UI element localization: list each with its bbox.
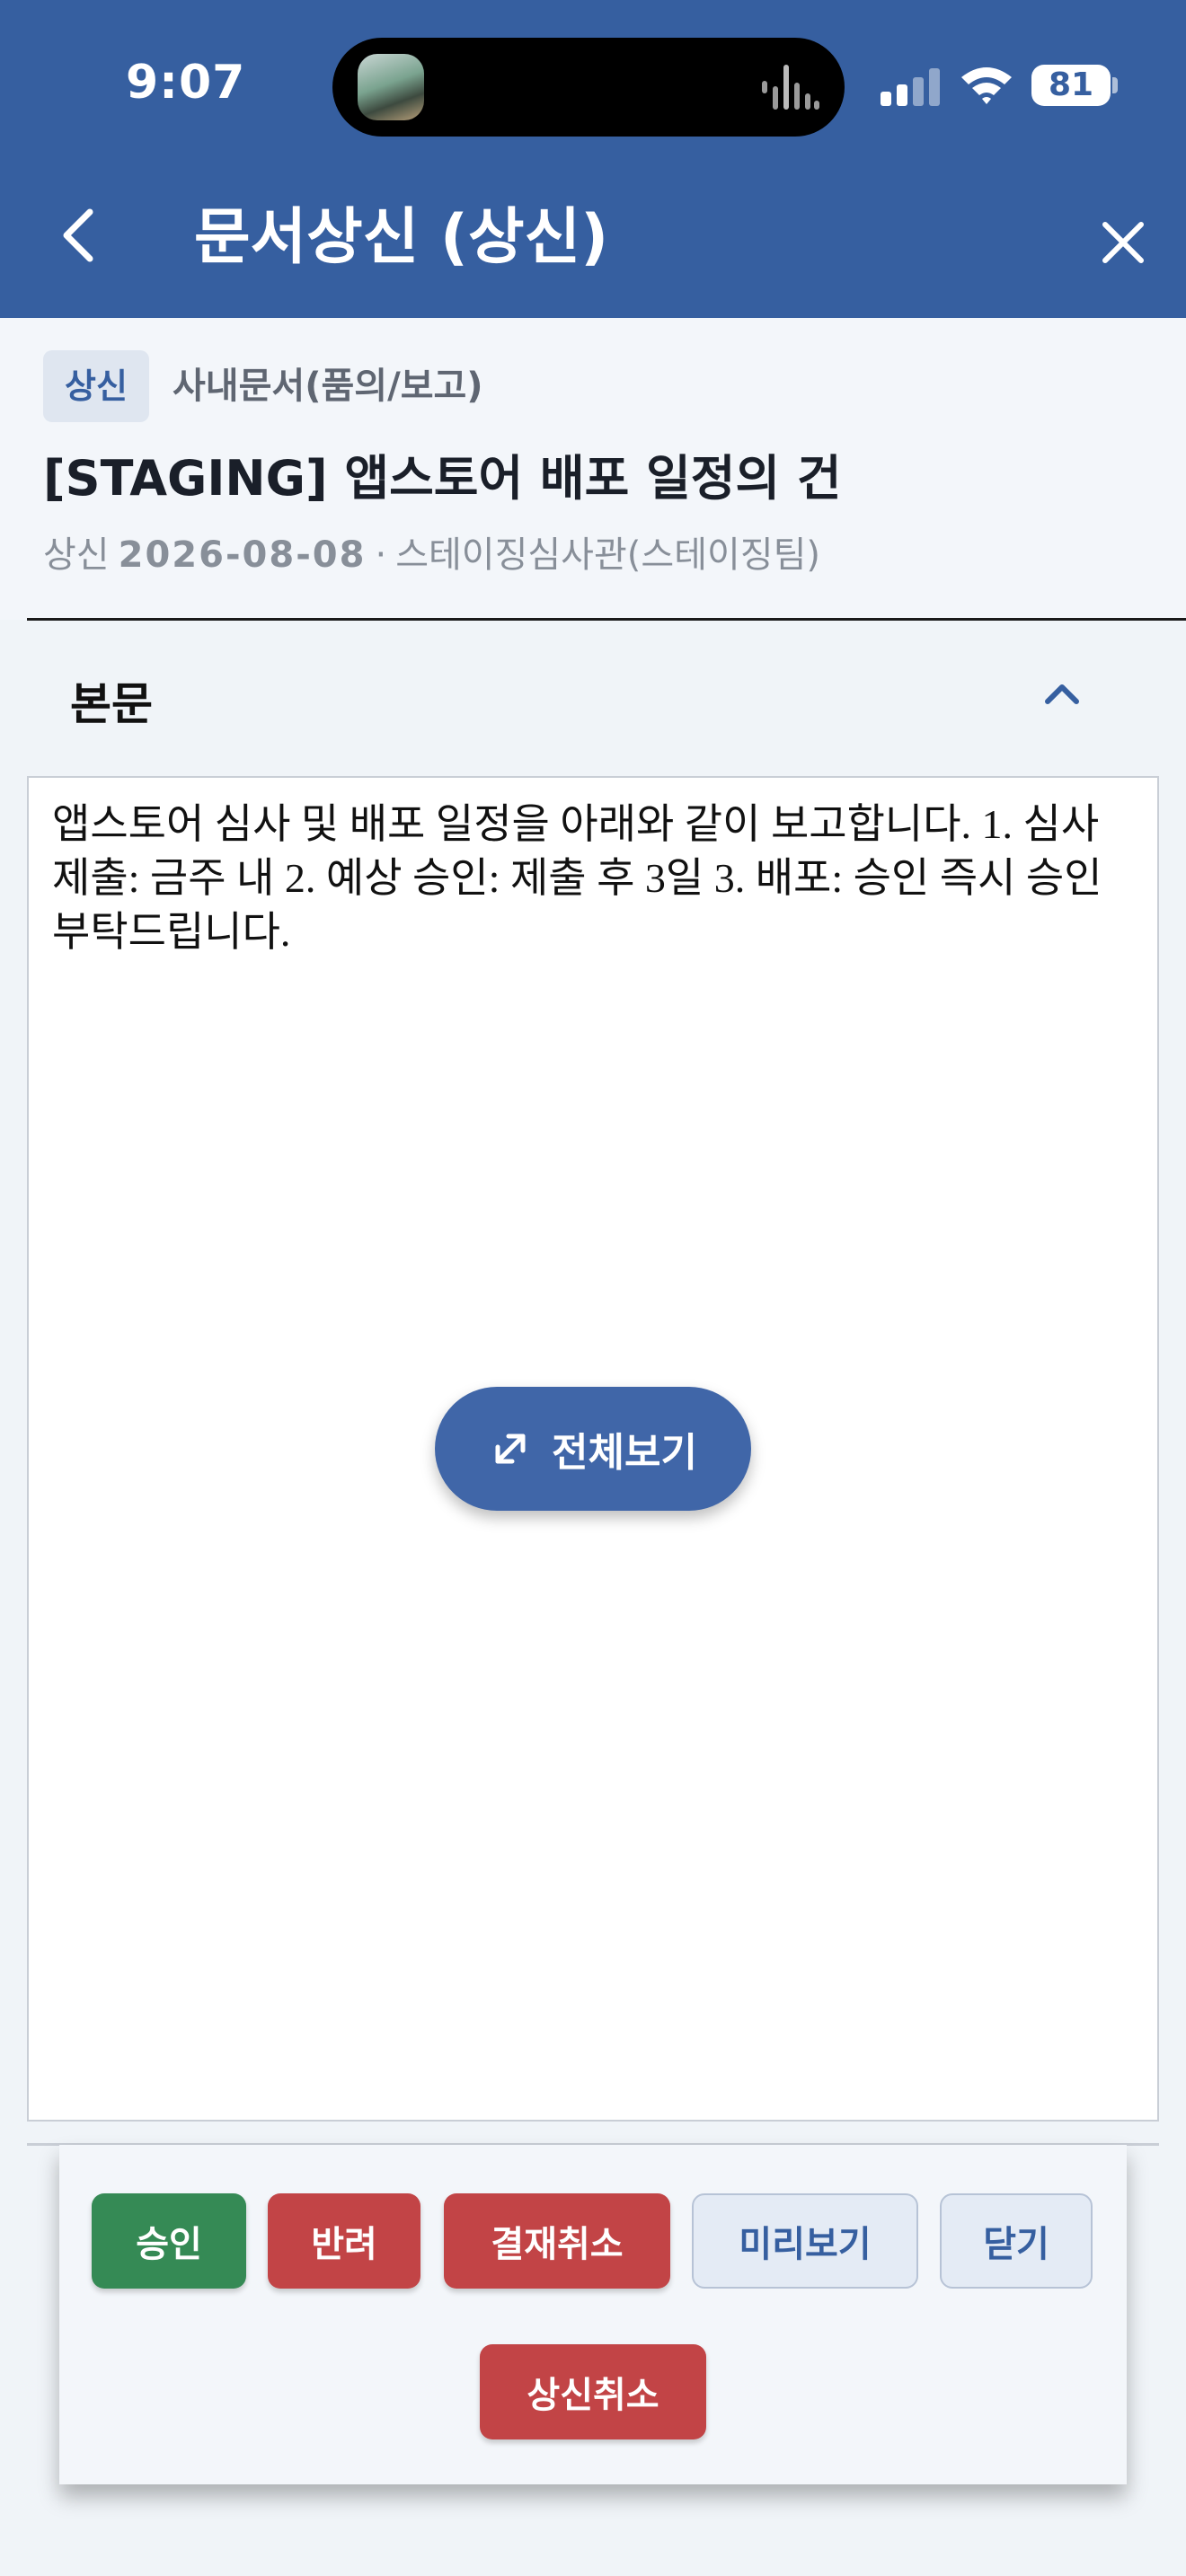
section-title: 본문 xyxy=(70,678,153,730)
media-thumbnail xyxy=(358,54,424,120)
expand-icon xyxy=(495,1434,526,1464)
approve-button[interactable]: 승인 xyxy=(92,2193,246,2289)
withdraw-button[interactable]: 상신취소 xyxy=(480,2344,706,2439)
document-author: 스테이징심사관(스테이징팀) xyxy=(395,534,820,576)
fullview-label: 전체보기 xyxy=(552,1430,697,1476)
page-title: 문서상신 (상신) xyxy=(194,202,609,273)
meta-separator: · xyxy=(375,534,387,576)
back-button[interactable] xyxy=(50,199,104,271)
document-meta: 상신 2026-08-08 · 스테이징심사관(스테이징팀) xyxy=(43,532,820,578)
close-button[interactable] xyxy=(1087,207,1159,278)
collapse-toggle-button[interactable] xyxy=(1033,665,1091,722)
app-header: 9:07 81 문서상신 (상신) xyxy=(0,0,1186,318)
chevron-left-icon xyxy=(63,208,93,262)
dynamic-island[interactable] xyxy=(332,38,845,137)
meta-prefix: 상신 xyxy=(43,534,110,576)
wifi-icon xyxy=(961,67,1012,104)
action-bar: 승인 반려 결재취소 미리보기 닫기 상신취소 xyxy=(59,2145,1127,2484)
battery-indicator: 81 xyxy=(1031,65,1111,106)
document-date: 2026-08-08 xyxy=(118,534,367,576)
document-category: 사내문서(품의/보고) xyxy=(173,366,483,407)
audio-wave-icon xyxy=(762,65,819,110)
body-text: 앱스토어 심사 및 배포 일정을 아래와 같이 보고합니다. 1. 심사 제출:… xyxy=(52,801,1102,955)
preview-button[interactable]: 미리보기 xyxy=(692,2193,918,2289)
close-icon xyxy=(1102,222,1144,263)
status-bar: 9:07 81 xyxy=(0,0,1186,171)
status-badge: 상신 xyxy=(43,350,149,422)
cancel-approval-button[interactable]: 결재취소 xyxy=(444,2193,670,2289)
battery-tip xyxy=(1112,77,1118,93)
close-doc-button[interactable]: 닫기 xyxy=(940,2193,1093,2289)
divider xyxy=(27,618,1186,621)
document-title: [STAGING] 앱스토어 배포 일정의 건 xyxy=(43,450,842,507)
cellular-signal-icon xyxy=(881,66,943,106)
fullview-button[interactable]: 전체보기 xyxy=(435,1387,751,1511)
chevron-up-icon xyxy=(1045,684,1079,704)
status-time: 9:07 xyxy=(126,56,246,110)
body-section-header[interactable] xyxy=(0,622,1186,774)
reject-button[interactable]: 반려 xyxy=(268,2193,420,2289)
